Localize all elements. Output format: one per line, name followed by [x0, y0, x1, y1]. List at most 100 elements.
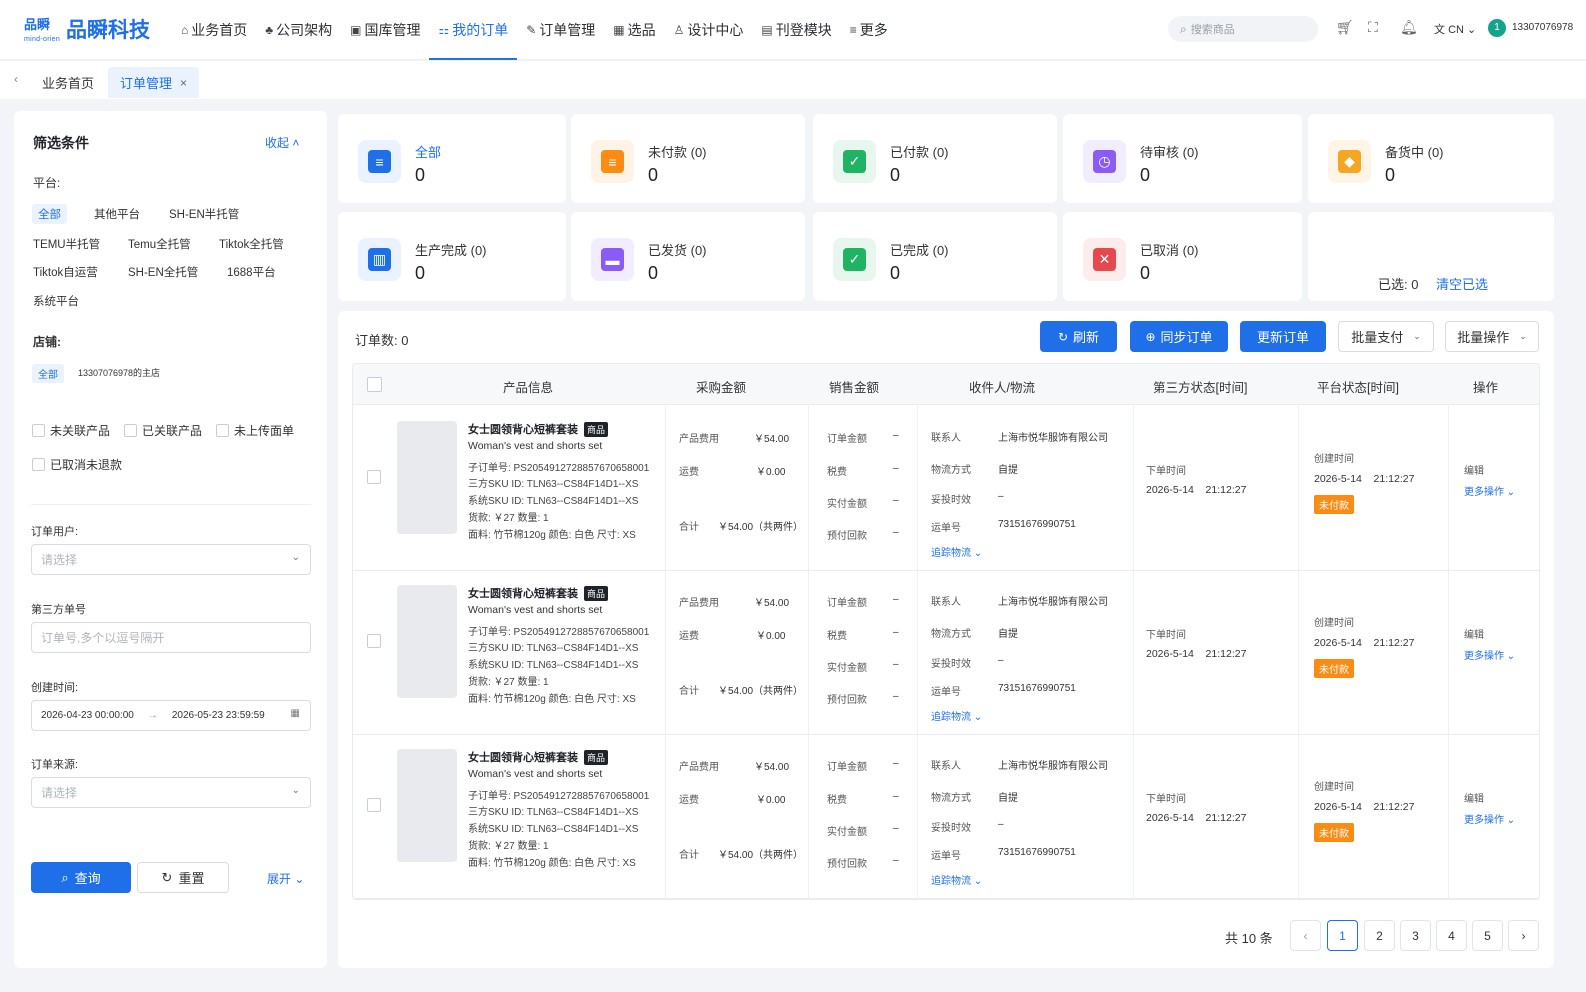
track-shipment-link[interactable]: 追踪物流 ⌄	[931, 872, 982, 887]
product-title[interactable]: 女士圆领背心短裤套装 商品	[468, 585, 609, 601]
product-thumbnail[interactable]	[397, 749, 457, 862]
track-shipment-link[interactable]: 追踪物流 ⌄	[931, 708, 982, 723]
menu-item-library[interactable]: ▣ 国库管理	[341, 0, 429, 60]
filter-checkbox[interactable]: 未关联产品	[32, 422, 110, 439]
menu-item-home[interactable]: ⌂ 业务首页	[172, 0, 256, 60]
row-checkbox[interactable]	[367, 634, 381, 648]
status-card-paid[interactable]: ✓ 已付款 (0) 0	[813, 114, 1057, 203]
platform-tag[interactable]: 其他平台	[88, 204, 146, 224]
menu-item-company[interactable]: ♣ 公司架构	[256, 0, 341, 60]
pagination-page[interactable]: 4	[1436, 920, 1467, 951]
more-actions-link[interactable]: 更多操作 ⌄	[1464, 811, 1515, 826]
edit-link[interactable]: 编辑	[1464, 626, 1484, 641]
cart-icon[interactable]: 🛒︎	[1336, 19, 1354, 36]
platform-tag[interactable]: SH-EN全托管	[122, 262, 204, 282]
status-card-all[interactable]: ≡ 全部 0	[338, 114, 566, 203]
contact-label: 联系人	[931, 433, 961, 444]
platform-tag[interactable]: 全部	[32, 204, 67, 224]
status-card-completed[interactable]: ✓ 已完成 (0) 0	[813, 212, 1057, 301]
avatar[interactable]: 1	[1488, 19, 1506, 37]
close-icon[interactable]: ×	[180, 76, 187, 90]
menu-item-my-orders[interactable]: ⚏ 我的订单	[429, 0, 518, 60]
store-tag[interactable]: 13307076978的主店	[72, 364, 166, 381]
status-card-unpaid[interactable]: ≡ 未付款 (0) 0	[571, 114, 805, 203]
delivery-time: –	[998, 819, 1004, 830]
platform-tag[interactable]: 1688平台	[221, 262, 282, 282]
reset-button[interactable]: ↻ 重置	[137, 862, 229, 893]
expand-button[interactable]: 展开 ⌄	[267, 870, 304, 887]
more-actions-link[interactable]: 更多操作 ⌄	[1464, 647, 1515, 662]
product-title[interactable]: 女士圆领背心短裤套装 商品	[468, 749, 609, 765]
menu-item-more[interactable]: ≡ 更多	[841, 0, 897, 60]
sync-orders-button[interactable]: ⊕ 同步订单	[1130, 321, 1228, 352]
pagination-page[interactable]: 5	[1472, 920, 1503, 951]
menu-item-listing[interactable]: ▤ 刊登模块	[752, 0, 840, 60]
system-sku: 系统SKU ID: TLN63--CS84F14D1--XS	[468, 660, 639, 671]
menu-item-order-management[interactable]: ✎ 订单管理	[517, 0, 604, 60]
language-selector[interactable]: 文 CN ⌄	[1434, 21, 1476, 37]
bell-icon[interactable]: 🔔︎	[1400, 19, 1418, 36]
status-card-cancelled[interactable]: ✕ 已取消 (0) 0	[1063, 212, 1302, 301]
checkbox[interactable]	[32, 458, 45, 471]
status-card-pending-review[interactable]: ◷ 待审核 (0) 0	[1063, 114, 1302, 203]
product-title[interactable]: 女士圆领背心短裤套装 商品	[468, 421, 609, 437]
chevron-down-icon: ⌄	[1506, 815, 1516, 826]
search-icon: ⌕	[1180, 21, 1187, 36]
row-checkbox[interactable]	[367, 798, 381, 812]
track-shipment-link[interactable]: 追踪物流 ⌄	[931, 544, 982, 559]
sync-icon: ⊕	[1145, 329, 1156, 344]
batch-pay-dropdown[interactable]: 批量支付 ⌄	[1338, 321, 1434, 352]
platform-tag[interactable]: 系统平台	[27, 291, 85, 311]
platform-tag[interactable]: Tiktok自运营	[27, 262, 104, 282]
pagination-page[interactable]: 1	[1327, 920, 1358, 951]
pagination-prev[interactable]: ‹	[1290, 920, 1321, 951]
store-tag[interactable]: 全部	[32, 364, 64, 383]
status-card-shipped[interactable]: ▬ 已发货 (0) 0	[571, 212, 805, 301]
platform-tag[interactable]: Temu全托管	[122, 234, 197, 254]
query-button[interactable]: ⌕ 查询	[31, 862, 131, 893]
status-icon-wrap: ✕	[1083, 238, 1126, 281]
checkbox[interactable]	[216, 424, 229, 437]
status-card-production-done[interactable]: ▥ 生产完成 (0) 0	[338, 212, 566, 301]
order-user-select[interactable]: 请选择 ⌄	[31, 544, 311, 575]
filter-checkbox[interactable]: 已取消未退款	[32, 456, 122, 473]
platform-tag[interactable]: Tiktok全托管	[213, 234, 290, 254]
pagination-page[interactable]: 3	[1400, 920, 1431, 951]
pagination-page[interactable]: 2	[1364, 920, 1395, 951]
refresh-button[interactable]: ↻ 刷新	[1040, 321, 1117, 352]
third-order-input[interactable]: 订单号,多个以逗号隔开	[31, 622, 311, 653]
order-source-select[interactable]: 请选择 ⌄	[31, 777, 311, 808]
clear-selection-link[interactable]: 清空已选	[1436, 274, 1488, 293]
date-range-picker[interactable]: 2026-04-23 00:00:00 → 2026-05-23 23:59:5…	[31, 700, 311, 731]
menu-item-design-center[interactable]: ♙ 设计中心	[665, 0, 753, 60]
collapse-button[interactable]: 收起 ˄	[265, 134, 299, 151]
tab-order-management[interactable]: 订单管理 ×	[108, 67, 200, 98]
checkbox[interactable]	[32, 424, 45, 437]
filter-checkbox[interactable]: 已关联产品	[124, 422, 202, 439]
status-label: 备货中 (0)	[1385, 145, 1444, 160]
search-input[interactable]: ⌕ 搜索商品	[1168, 16, 1318, 42]
username[interactable]: 13307076978	[1512, 22, 1573, 33]
update-orders-button[interactable]: 更新订单	[1240, 321, 1326, 352]
tab-home[interactable]: 业务首页	[30, 67, 106, 98]
status-card-stocking[interactable]: ◆ 备货中 (0) 0	[1308, 114, 1554, 203]
checkbox[interactable]	[124, 424, 137, 437]
more-actions-link[interactable]: 更多操作 ⌄	[1464, 483, 1515, 498]
brand-logo[interactable]: 品瞬 mind-orien 品瞬科技	[22, 12, 150, 46]
filter-checkbox[interactable]: 未上传面单	[216, 422, 294, 439]
pagination-next[interactable]: ›	[1508, 920, 1539, 951]
chevron-left-icon[interactable]: ‹	[14, 72, 18, 86]
product-thumbnail[interactable]	[397, 585, 457, 698]
platform-tag[interactable]: SH-EN半托管	[163, 204, 245, 224]
divider	[31, 504, 311, 505]
edit-link[interactable]: 编辑	[1464, 462, 1484, 477]
product-thumbnail[interactable]	[397, 421, 457, 534]
menu-item-product-selection[interactable]: ▦ 选品	[604, 0, 664, 60]
edit-link[interactable]: 编辑	[1464, 790, 1484, 805]
batch-ops-dropdown[interactable]: 批量操作 ⌄	[1445, 321, 1539, 352]
select-all-checkbox[interactable]	[367, 377, 382, 392]
fullscreen-icon[interactable]: ⛶	[1368, 19, 1378, 36]
created-time-label: 创建时间	[1314, 618, 1354, 629]
row-checkbox[interactable]	[367, 470, 381, 484]
platform-tag[interactable]: TEMU半托管	[27, 234, 106, 254]
